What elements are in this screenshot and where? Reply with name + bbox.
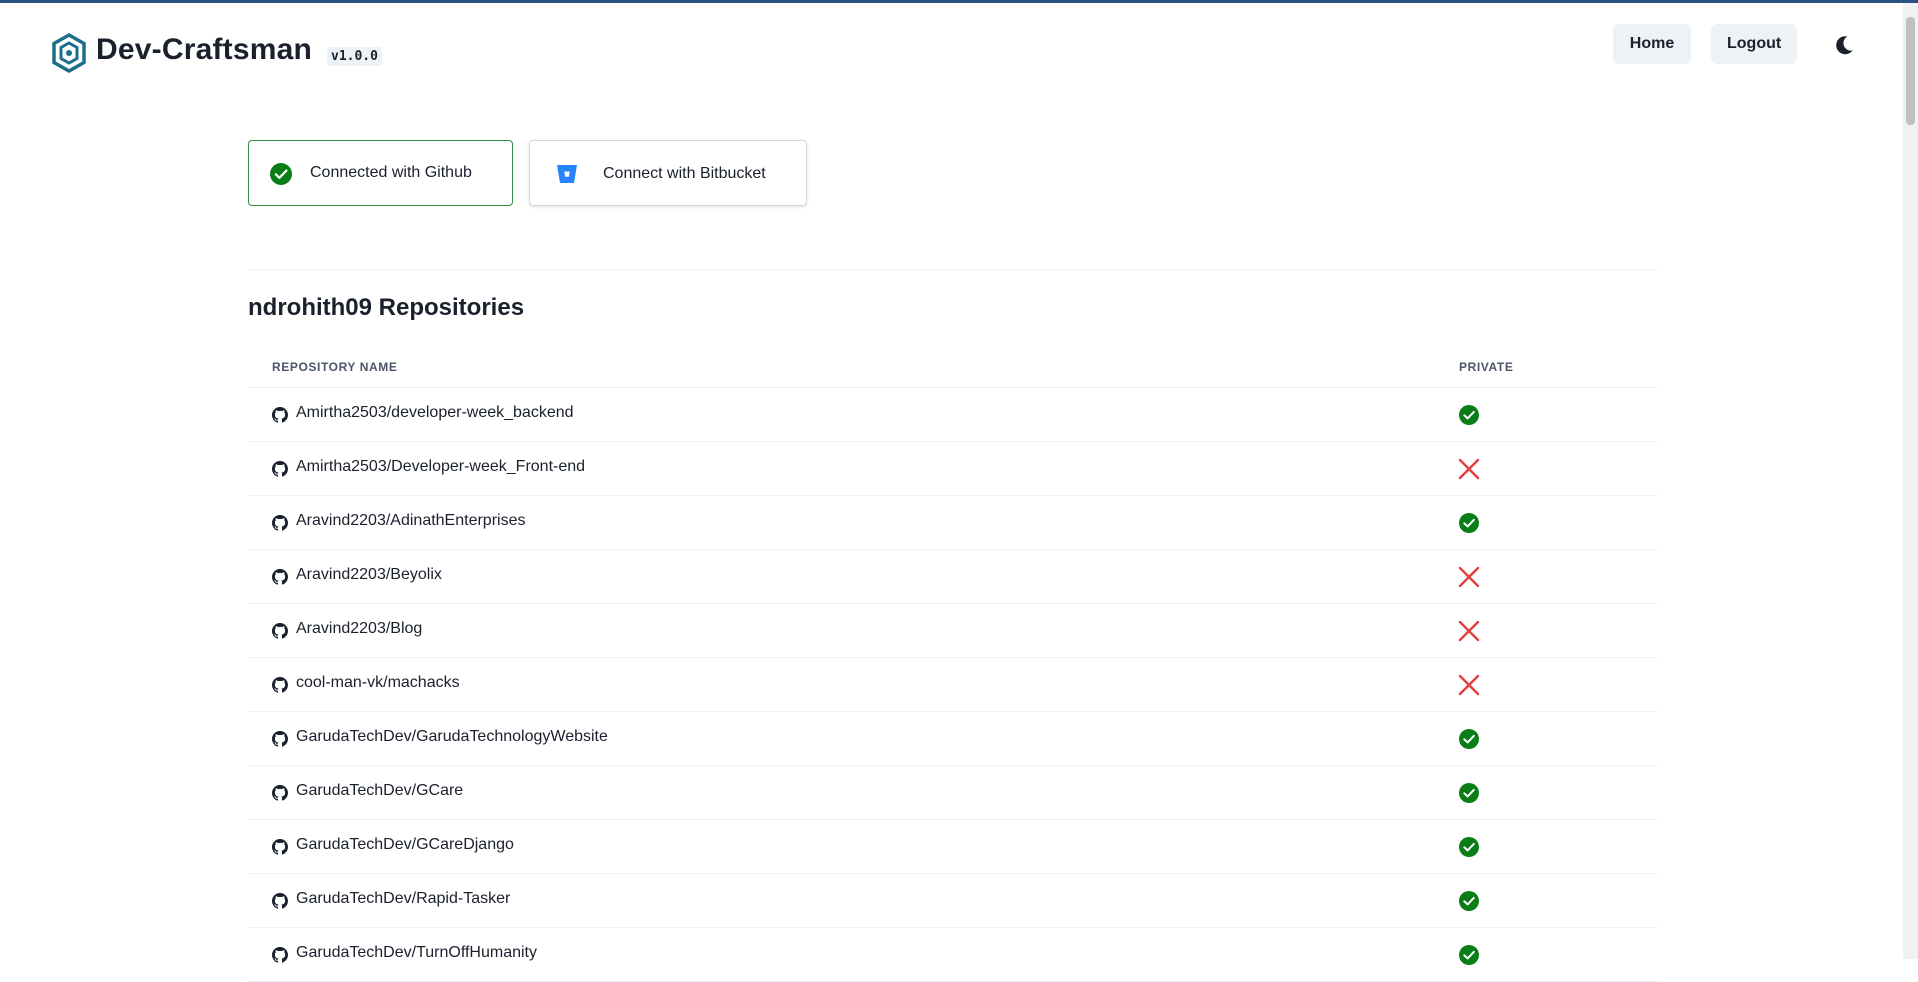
table-body: Amirtha2503/developer-week_backend Amirth… (248, 388, 1658, 982)
table-row[interactable]: GarudaTechDev/GarudaTechnologyWebsite (248, 712, 1658, 766)
bitbucket-icon (557, 165, 577, 183)
check-circle-icon (1459, 729, 1479, 749)
github-icon (272, 623, 288, 639)
github-icon (272, 731, 288, 747)
table-row[interactable]: Amirtha2503/Developer-week_Front-end (248, 442, 1658, 496)
x-icon (1458, 674, 1480, 696)
x-icon (1458, 620, 1480, 642)
check-circle-icon (270, 163, 292, 185)
github-icon (272, 785, 288, 801)
section-divider (248, 269, 1658, 270)
table-row[interactable]: cool-man-vk/machacks (248, 658, 1658, 712)
column-header-private: Private (1459, 360, 1514, 374)
table-row[interactable]: Aravind2203/AdinathEnterprises (248, 496, 1658, 550)
table-row[interactable]: GarudaTechDev/Rapid-Tasker (248, 874, 1658, 928)
github-icon (272, 947, 288, 963)
github-icon (272, 893, 288, 909)
check-circle-icon (1459, 405, 1479, 425)
github-icon (272, 839, 288, 855)
github-connection-card[interactable]: Connected with Github (248, 140, 513, 206)
column-header-repository-name: Repository Name (272, 360, 398, 374)
x-icon (1458, 566, 1480, 588)
moon-icon[interactable] (1830, 31, 1858, 59)
x-icon (1458, 458, 1480, 480)
table-row[interactable]: GarudaTechDev/GCareDjango (248, 820, 1658, 874)
repositories-title: ndrohith09 Repositories (248, 294, 525, 321)
github-icon (272, 677, 288, 693)
repository-name[interactable]: cool-man-vk/machacks (296, 674, 460, 692)
repository-name[interactable]: GarudaTechDev/TurnOffHumanity (296, 944, 537, 962)
repository-name[interactable]: Aravind2203/AdinathEnterprises (296, 512, 525, 530)
table-row[interactable]: Aravind2203/Blog (248, 604, 1658, 658)
repository-name[interactable]: Amirtha2503/Developer-week_Front-end (296, 458, 585, 476)
scrollbar-thumb[interactable] (1906, 17, 1915, 125)
repository-name[interactable]: GarudaTechDev/Rapid-Tasker (296, 890, 510, 908)
repository-name[interactable]: Aravind2203/Blog (296, 620, 422, 638)
hexagon-logo-icon[interactable] (51, 33, 87, 73)
table-row[interactable]: GarudaTechDev/GCare (248, 766, 1658, 820)
bitbucket-connect-label: Connect with Bitbucket (603, 165, 766, 182)
github-connection-label: Connected with Github (310, 164, 472, 181)
version-badge: v1.0.0 (327, 47, 382, 66)
vertical-scrollbar[interactable] (1903, 3, 1918, 959)
repository-name[interactable]: GarudaTechDev/GarudaTechnologyWebsite (296, 728, 608, 746)
repository-name[interactable]: Amirtha2503/developer-week_backend (296, 404, 574, 422)
table-header: Repository Name Private (248, 350, 1658, 388)
check-circle-icon (1459, 891, 1479, 911)
app-name[interactable]: Dev-Craftsman (96, 33, 312, 67)
check-circle-icon (1459, 513, 1479, 533)
repository-name[interactable]: GarudaTechDev/GCare (296, 782, 463, 800)
github-icon (272, 569, 288, 585)
table-row[interactable]: Amirtha2503/developer-week_backend (248, 388, 1658, 442)
repository-name[interactable]: GarudaTechDev/GCareDjango (296, 836, 514, 854)
bitbucket-connect-button[interactable]: Connect with Bitbucket (529, 140, 807, 206)
header: Dev-Craftsman v1.0.0 Home Logout (0, 3, 1903, 99)
check-circle-icon (1459, 945, 1479, 965)
repository-name[interactable]: Aravind2203/Beyolix (296, 566, 442, 584)
github-icon (272, 407, 288, 423)
github-icon (272, 515, 288, 531)
github-icon (272, 461, 288, 477)
home-button[interactable]: Home (1613, 24, 1691, 64)
repositories-table: Repository Name Private Amirtha2503/deve… (248, 350, 1658, 982)
check-circle-icon (1459, 783, 1479, 803)
logout-button[interactable]: Logout (1711, 24, 1797, 64)
check-circle-icon (1459, 837, 1479, 857)
table-row[interactable]: Aravind2203/Beyolix (248, 550, 1658, 604)
table-row[interactable]: GarudaTechDev/TurnOffHumanity (248, 928, 1658, 982)
